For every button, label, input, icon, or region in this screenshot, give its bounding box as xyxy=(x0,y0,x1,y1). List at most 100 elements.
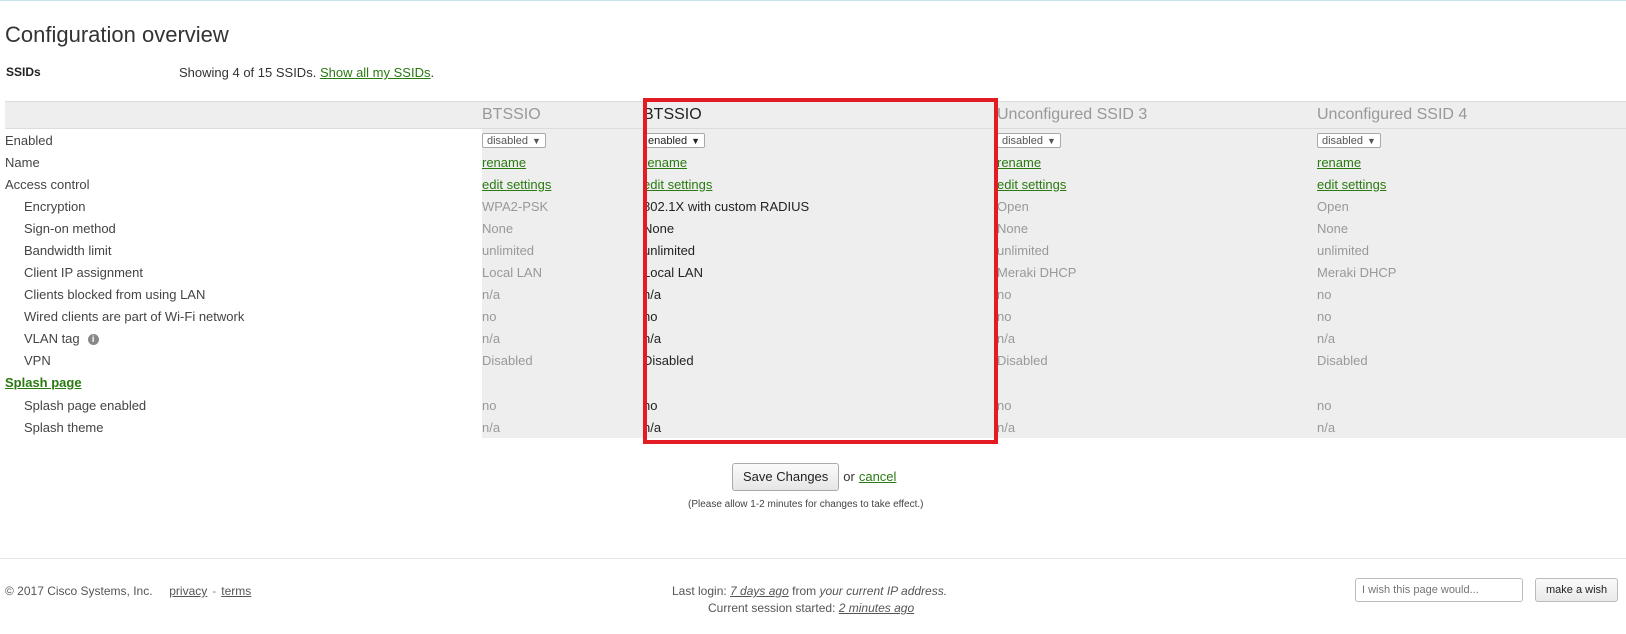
table-row: VLAN tag i n/a n/a n/a n/a xyxy=(5,327,1626,349)
cell: Local LAN xyxy=(482,261,643,283)
row-label-access-control: Access control xyxy=(5,176,90,192)
cell: rename xyxy=(997,151,1317,173)
cell: edit settings xyxy=(1317,173,1626,195)
edit-settings-link-1[interactable]: edit settings xyxy=(482,177,551,192)
cell xyxy=(997,371,1317,394)
cell: WPA2-PSK xyxy=(482,195,643,217)
cell: disabled ▼ xyxy=(1317,128,1626,151)
cell: rename xyxy=(1317,151,1626,173)
table-row: Enabled disabled ▼ enabled ▼ disabled ▼ dis… xyxy=(5,128,1626,151)
enabled-select-4[interactable]: disabled ▼ xyxy=(1317,133,1381,149)
edit-settings-link-4[interactable]: edit settings xyxy=(1317,177,1386,192)
cell: rename xyxy=(482,151,643,173)
session-started-link[interactable]: 2 minutes ago xyxy=(839,601,914,615)
cell: disabled ▼ xyxy=(482,128,643,151)
select-value: disabled xyxy=(487,135,528,148)
cell: enabled ▼ xyxy=(643,128,997,151)
cell: unlimited xyxy=(997,239,1317,261)
cell: no xyxy=(1317,305,1626,327)
row-label-enabled: Enabled xyxy=(5,132,53,148)
cell: Disabled xyxy=(482,349,643,371)
cell xyxy=(482,371,643,394)
cell: edit settings xyxy=(997,173,1317,195)
table-header-row: BTSSIO BTSSIO Unconfigured SSID 3 Unconf… xyxy=(5,101,1626,129)
copyright-text: © 2017 Cisco Systems, Inc. xyxy=(5,584,153,598)
row-label-clients-blocked: Clients blocked from using LAN xyxy=(24,286,206,302)
cell: Disabled xyxy=(997,349,1317,371)
splash-page-link[interactable]: Splash page xyxy=(5,375,82,390)
show-all-ssids-link[interactable]: Show all my SSIDs xyxy=(320,65,431,80)
last-login-label: Last login: xyxy=(672,584,727,598)
table-row: Name rename rename rename rename xyxy=(5,151,1626,173)
login-info: Last login: 7 days ago from your current… xyxy=(672,584,972,615)
rename-link-1[interactable]: rename xyxy=(482,155,526,170)
chevron-down-icon: ▼ xyxy=(1046,136,1056,147)
ssids-count-text: Showing 4 of 15 SSIDs. xyxy=(179,65,317,80)
enabled-select-3[interactable]: disabled ▼ xyxy=(997,133,1061,149)
cell: no xyxy=(997,283,1317,305)
table-row: Sign-on method None None None None xyxy=(5,217,1626,239)
cell: None xyxy=(643,217,997,239)
cell: Open xyxy=(997,195,1317,217)
ssid-config-table: BTSSIO BTSSIO Unconfigured SSID 3 Unconf… xyxy=(5,101,1626,438)
enabled-select-2[interactable]: enabled ▼ xyxy=(643,133,706,149)
cell: unlimited xyxy=(482,239,643,261)
top-border xyxy=(0,0,1626,1)
chevron-down-icon: ▼ xyxy=(531,136,541,147)
cell: Disabled xyxy=(643,349,997,371)
cell: None xyxy=(482,217,643,239)
edit-settings-link-2[interactable]: edit settings xyxy=(643,177,712,192)
cell: Disabled xyxy=(1317,349,1626,371)
page-title: Configuration overview xyxy=(5,22,229,47)
label-column-header xyxy=(5,102,482,129)
ssid-column-header-3: Unconfigured SSID 3 xyxy=(997,106,1148,123)
vlan-label-text: VLAN tag xyxy=(24,330,80,346)
cell: Meraki DHCP xyxy=(1317,261,1626,283)
cell: n/a xyxy=(1317,416,1626,438)
last-login-link[interactable]: 7 days ago xyxy=(730,584,789,598)
table-row: Splash theme n/a n/a n/a n/a xyxy=(5,416,1626,438)
rename-link-2[interactable]: rename xyxy=(643,155,687,170)
save-changes-button[interactable]: Save Changes xyxy=(732,463,840,491)
ssid-column-header-2: BTSSIO xyxy=(643,106,702,123)
enabled-select-1[interactable]: disabled ▼ xyxy=(482,133,546,149)
chevron-down-icon: ▼ xyxy=(691,136,701,147)
cell: Meraki DHCP xyxy=(997,261,1317,283)
cell: no xyxy=(1317,283,1626,305)
cell: n/a xyxy=(482,283,643,305)
privacy-link[interactable]: privacy xyxy=(169,584,207,598)
cell: no xyxy=(997,305,1317,327)
cell: no xyxy=(643,305,997,327)
cell: no xyxy=(643,394,997,416)
cell: no xyxy=(1317,394,1626,416)
footer-copyright: © 2017 Cisco Systems, Inc. privacy - terms xyxy=(5,584,251,598)
ssid-column-header-1: BTSSIO xyxy=(482,106,541,123)
last-login-ip-text: your current IP address. xyxy=(819,584,948,598)
terms-link[interactable]: terms xyxy=(221,584,251,598)
row-label-splash-enabled: Splash page enabled xyxy=(24,397,147,413)
rename-link-4[interactable]: rename xyxy=(1317,155,1361,170)
row-label-splash-theme: Splash theme xyxy=(24,419,104,435)
cell: None xyxy=(1317,217,1626,239)
cell: n/a xyxy=(1317,327,1626,349)
make-a-wish-button[interactable]: make a wish xyxy=(1535,578,1619,602)
or-text: or xyxy=(843,469,855,484)
cancel-link[interactable]: cancel xyxy=(859,469,897,484)
cell: n/a xyxy=(643,416,997,438)
session-label: Current session started: xyxy=(708,601,836,615)
cell xyxy=(643,371,997,394)
edit-settings-link-3[interactable]: edit settings xyxy=(997,177,1066,192)
row-label-splash-section: Splash page xyxy=(5,371,482,394)
row-label-encryption: Encryption xyxy=(24,198,86,214)
separator: - xyxy=(212,584,217,598)
cell: n/a xyxy=(643,283,997,305)
cell: n/a xyxy=(482,327,643,349)
row-label-sign-on-method: Sign-on method xyxy=(24,220,116,236)
period-text: . xyxy=(430,65,435,80)
rename-link-3[interactable]: rename xyxy=(997,155,1041,170)
info-icon[interactable]: i xyxy=(87,333,99,345)
wish-input[interactable] xyxy=(1355,578,1523,602)
table-row: Encryption WPA2-PSK 802.1X with custom R… xyxy=(5,195,1626,217)
row-label-vlan-tag: VLAN tag i xyxy=(5,327,482,349)
table-row: Clients blocked from using LAN n/a n/a n… xyxy=(5,283,1626,305)
